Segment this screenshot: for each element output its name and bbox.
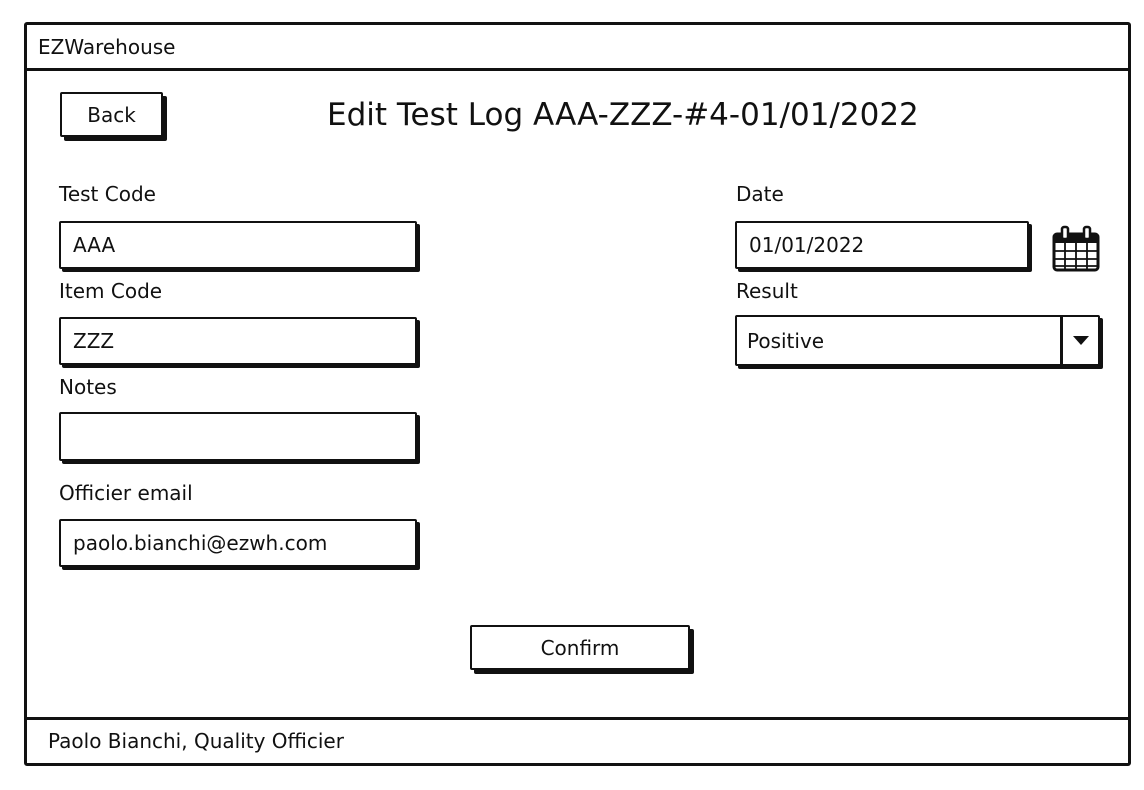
date-label: Date [736, 182, 784, 206]
app-title: EZWarehouse [38, 35, 176, 59]
officer-email-label: Officier email [59, 481, 193, 505]
item-code-label: Item Code [59, 279, 163, 303]
item-code-input[interactable] [59, 317, 417, 365]
result-label: Result [736, 279, 798, 303]
confirm-button[interactable]: Confirm [470, 625, 690, 670]
user-info: Paolo Bianchi, Quality Officier [48, 729, 344, 753]
result-select-value: Positive [747, 329, 825, 353]
page-title: Edit Test Log AAA-ZZZ-#4-01/01/2022 [327, 97, 919, 133]
title-bar: EZWarehouse [27, 25, 1128, 71]
app-window: EZWarehouse Back Edit Test Log AAA-ZZZ-#… [24, 22, 1131, 766]
status-bar: Paolo Bianchi, Quality Officier [27, 717, 1128, 763]
notes-label: Notes [59, 375, 117, 399]
chevron-down-icon[interactable] [1060, 317, 1098, 364]
test-code-label: Test Code [59, 182, 156, 206]
result-select[interactable]: Positive [735, 315, 1100, 366]
notes-input[interactable] [59, 412, 417, 461]
officer-email-input[interactable] [59, 519, 417, 567]
calendar-icon[interactable] [1051, 225, 1101, 273]
date-input[interactable] [735, 221, 1029, 269]
test-code-input[interactable] [59, 221, 417, 269]
back-button[interactable]: Back [60, 92, 163, 137]
